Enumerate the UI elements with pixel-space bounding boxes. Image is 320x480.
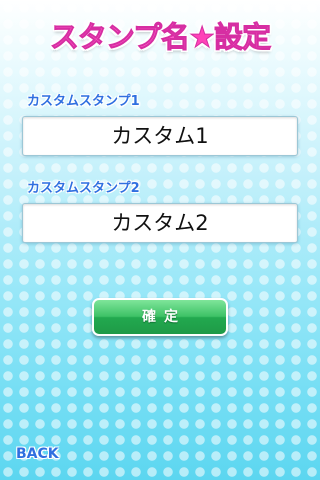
custom-stamp-1-input[interactable]: カスタム1 (22, 116, 298, 156)
page-title-text: スタンプ名 (49, 20, 190, 55)
back-button[interactable]: BACK (16, 446, 59, 462)
custom-stamp-2-label: カスタムスタンプ2 (27, 181, 140, 196)
stamp-name-settings-screen: スタンプ名★設定 カスタムスタンプ1 カスタム1 カスタムスタンプ2 カスタム2… (0, 0, 320, 480)
page-title: スタンプ名★設定 (0, 14, 320, 56)
confirm-button[interactable]: 確定 (92, 298, 228, 336)
custom-stamp-2-input[interactable]: カスタム2 (22, 203, 298, 243)
star-icon: ★ (189, 20, 216, 55)
custom-stamp-1-label: カスタムスタンプ1 (27, 94, 140, 109)
page-title-text-end: 設定 (214, 20, 272, 55)
